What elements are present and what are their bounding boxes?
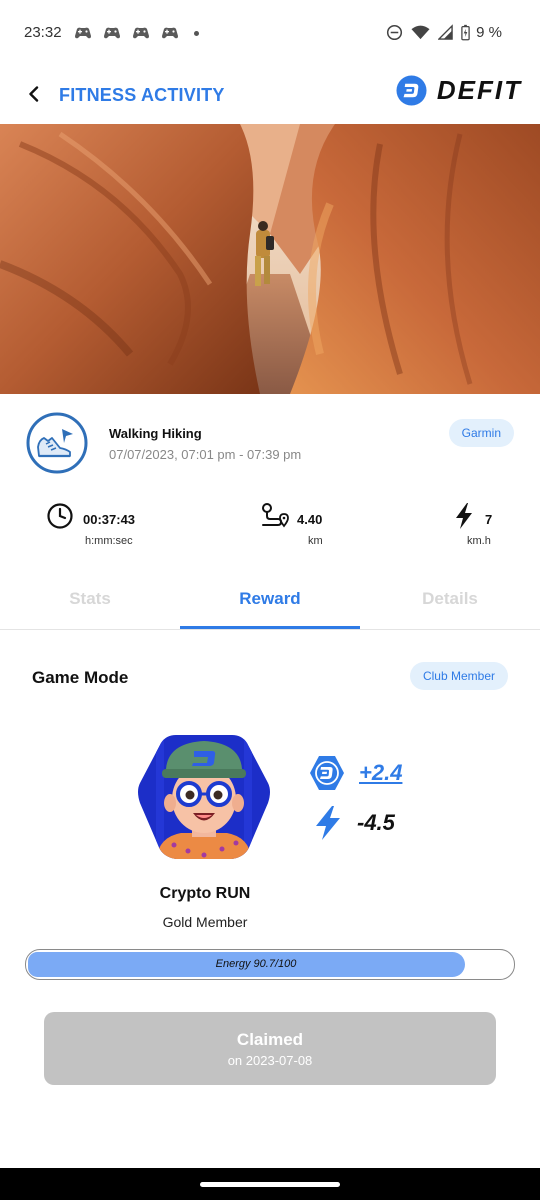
- notification-icons: [74, 25, 199, 41]
- reward-gain-value[interactable]: +2.4: [359, 760, 402, 786]
- game-mode-header: Game Mode Club Member: [0, 660, 540, 700]
- claimed-button[interactable]: Claimed on 2023-07-08: [44, 1012, 496, 1085]
- distance-unit: km: [308, 535, 323, 547]
- game-controller-icon: [133, 27, 149, 39]
- more-notifications-dot: [194, 30, 199, 36]
- status-bar: 23:32 9 %: [0, 0, 540, 66]
- battery-icon: [461, 24, 470, 41]
- clock-icon: [47, 503, 73, 529]
- energy-progress-bar: Energy 90.7/100: [25, 949, 515, 980]
- energy-label: Energy 90.7/100: [215, 958, 297, 970]
- wifi-icon: [411, 25, 430, 40]
- activity-summary: Walking Hiking 07/07/2023, 07:01 pm - 07…: [0, 394, 540, 494]
- distance-value: 4.40: [297, 512, 323, 527]
- tab-reward[interactable]: Reward: [180, 580, 360, 630]
- do-not-disturb-icon: [387, 24, 403, 41]
- club-member-badge: Club Member: [409, 662, 508, 690]
- bolt-icon: [456, 503, 472, 529]
- walking-shoe-icon: [26, 412, 88, 474]
- game-controller-icon: [104, 27, 120, 39]
- active-tab-indicator: [180, 626, 360, 629]
- route-icon: [262, 503, 289, 528]
- claim-date: on 2023-07-08: [227, 1053, 313, 1068]
- game-controller-icon: [162, 27, 178, 39]
- page-title: FITNESS ACTIVITY: [59, 85, 225, 105]
- source-badge: Garmin: [448, 419, 514, 447]
- app-header: FITNESS ACTIVITY DEFIT: [0, 66, 540, 124]
- system-icons: 9 %: [386, 24, 502, 41]
- chevron-left-icon: [29, 86, 39, 102]
- status-time: 23:32: [24, 24, 62, 41]
- game-controller-icon: [75, 27, 91, 39]
- character-name: Crypto RUN: [159, 885, 251, 902]
- back-button[interactable]: [20, 80, 48, 108]
- speed-unit: km.h: [467, 535, 491, 547]
- tab-details[interactable]: Details: [360, 580, 540, 630]
- system-navigation-bar: [0, 1168, 540, 1200]
- activity-datetime: 07/07/2023, 07:01 pm - 07:39 pm: [109, 447, 302, 462]
- energy-cost-value: -4.5: [357, 810, 395, 835]
- battery-percentage: 9 %: [476, 24, 502, 41]
- energy-bolt-icon: [316, 806, 340, 840]
- home-gesture-handle[interactable]: [200, 1182, 340, 1187]
- brand: DEFIT: [396, 75, 522, 106]
- signal-icon: [438, 24, 453, 40]
- speed-value: 7: [485, 512, 493, 527]
- activity-name: Walking Hiking: [109, 426, 202, 441]
- duration-unit: h:mm:sec: [85, 535, 133, 547]
- game-mode-title: Game Mode: [32, 668, 129, 687]
- activity-metrics: 00:37:43 h:mm:sec 4.40 km 7 km.h: [0, 494, 540, 554]
- duration-value: 00:37:43: [83, 512, 136, 527]
- tab-stats[interactable]: Stats: [0, 580, 180, 630]
- claim-button-label: Claimed: [236, 1030, 304, 1049]
- tab-bar: Stats Reward Details: [0, 580, 540, 630]
- character-tier: Gold Member: [162, 914, 248, 930]
- defit-coin-icon: [310, 756, 344, 790]
- character-avatar: [138, 735, 270, 859]
- defit-logo-icon: [396, 75, 427, 106]
- activity-photo: [0, 124, 540, 394]
- brand-name: DEFIT: [436, 75, 522, 105]
